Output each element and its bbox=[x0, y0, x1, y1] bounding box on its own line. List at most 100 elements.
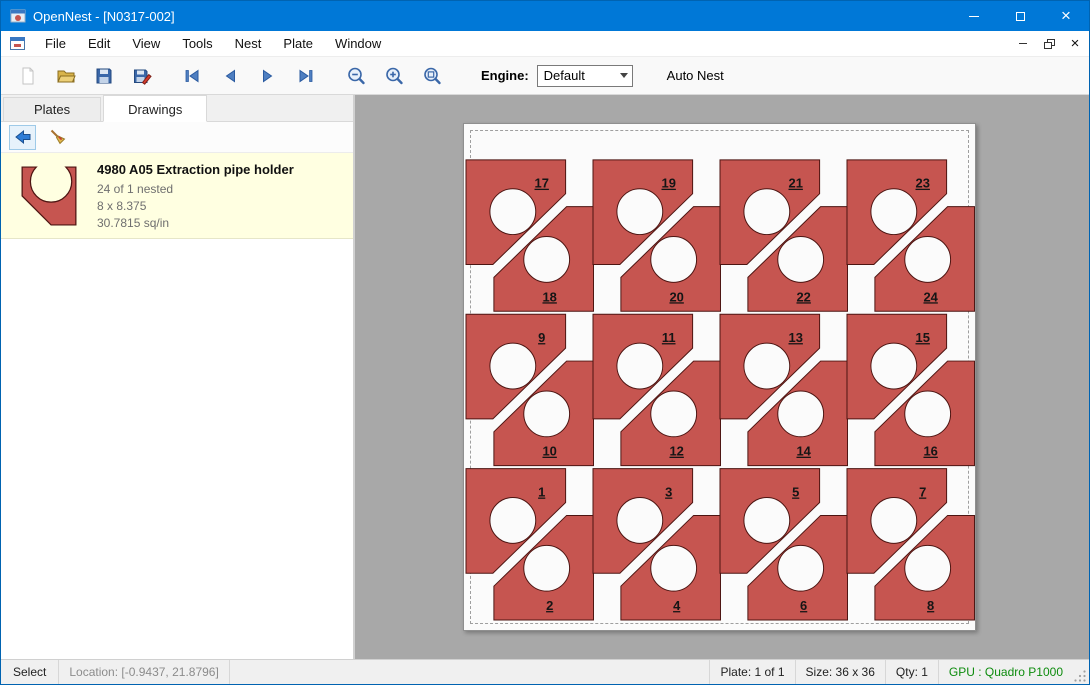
main-toolbar: Engine: Default Auto Nest bbox=[1, 57, 1089, 95]
nest-pair[interactable]: 23 24 bbox=[847, 160, 974, 311]
part-number: 3 bbox=[665, 485, 672, 500]
open-folder-icon bbox=[56, 66, 76, 86]
part-hole bbox=[905, 237, 951, 283]
zoom-fit-button[interactable] bbox=[417, 61, 447, 91]
part-hole bbox=[871, 343, 917, 389]
zoom-in-button[interactable] bbox=[379, 61, 409, 91]
clean-button[interactable] bbox=[44, 125, 71, 150]
zoom-out-icon bbox=[346, 66, 366, 86]
part-number: 19 bbox=[662, 176, 676, 191]
save-as-button[interactable] bbox=[127, 61, 157, 91]
chevron-down-icon bbox=[616, 73, 632, 78]
titlebar: OpenNest - [N0317-002] bbox=[1, 1, 1089, 31]
drawing-title: 4980 A05 Extraction pipe holder bbox=[97, 162, 353, 177]
auto-nest-button[interactable]: Auto Nest bbox=[659, 64, 732, 87]
nest-pair[interactable]: 910 bbox=[466, 314, 593, 465]
nav-prev-icon bbox=[220, 66, 240, 86]
part-hole bbox=[524, 545, 570, 591]
part-number: 15 bbox=[916, 330, 930, 345]
zoom-fit-icon bbox=[422, 66, 442, 86]
menubar: File Edit View Tools Nest Plate Window bbox=[1, 31, 1089, 57]
save-icon bbox=[94, 66, 114, 86]
part-hole bbox=[617, 498, 663, 544]
nest-pair[interactable]: 56 bbox=[720, 469, 847, 620]
part-number: 8 bbox=[927, 598, 934, 613]
part-hole bbox=[744, 343, 790, 389]
maximize-button[interactable] bbox=[997, 1, 1043, 31]
part-number: 24 bbox=[923, 289, 938, 304]
nest-pair[interactable]: 34 bbox=[593, 469, 720, 620]
mdi-close-button[interactable] bbox=[1063, 34, 1087, 54]
part-number: 6 bbox=[800, 598, 807, 613]
nest-pair[interactable]: 2122 bbox=[720, 160, 847, 311]
save-as-icon bbox=[132, 66, 152, 86]
part-number: 20 bbox=[669, 289, 683, 304]
menu-nest[interactable]: Nest bbox=[224, 31, 273, 57]
mdi-minimize-button[interactable] bbox=[1011, 34, 1035, 54]
save-button[interactable] bbox=[89, 61, 119, 91]
part-number: 10 bbox=[542, 444, 556, 459]
close-icon bbox=[1061, 7, 1071, 26]
import-arrow-icon bbox=[14, 128, 32, 146]
menu-window[interactable]: Window bbox=[324, 31, 392, 57]
part-hole bbox=[651, 237, 697, 283]
maximize-icon bbox=[1016, 12, 1025, 21]
minimize-button[interactable] bbox=[951, 1, 997, 31]
part-number: 21 bbox=[789, 176, 803, 191]
part-hole bbox=[490, 343, 536, 389]
menu-tools[interactable]: Tools bbox=[171, 31, 223, 57]
nest-pair[interactable]: 1718 bbox=[466, 160, 593, 311]
resize-grip[interactable] bbox=[1073, 660, 1089, 685]
nest-pair[interactable]: 12 bbox=[466, 469, 593, 620]
part-hole bbox=[778, 391, 824, 437]
drawing-nested-count: 24 of 1 nested bbox=[97, 181, 353, 198]
part-hole bbox=[778, 237, 824, 283]
drawing-size: 8 x 8.375 bbox=[97, 198, 353, 215]
menu-file[interactable]: File bbox=[34, 31, 77, 57]
part-hole bbox=[778, 545, 824, 591]
drawing-list-item[interactable]: 4980 A05 Extraction pipe holder 24 of 1 … bbox=[1, 153, 353, 239]
part-hole bbox=[871, 189, 917, 235]
drawing-area: 30.7815 sq/in bbox=[97, 215, 353, 232]
part-hole bbox=[905, 545, 951, 591]
nav-next-button[interactable] bbox=[253, 61, 283, 91]
nest-pair[interactable]: 1920 bbox=[593, 160, 720, 311]
plate[interactable]: 171819202122232491011121314151612345678 bbox=[463, 123, 976, 631]
nest-pair[interactable]: 1314 bbox=[720, 314, 847, 465]
new-button[interactable] bbox=[13, 61, 43, 91]
mdi-restore-button[interactable] bbox=[1037, 34, 1061, 54]
part-hole bbox=[871, 498, 917, 544]
part-number: 5 bbox=[792, 485, 799, 500]
engine-select[interactable]: Default bbox=[537, 65, 633, 87]
part-hole bbox=[744, 189, 790, 235]
part-number: 7 bbox=[919, 485, 926, 500]
window-title: OpenNest - [N0317-002] bbox=[33, 9, 951, 24]
nest-pair[interactable]: 1516 bbox=[847, 314, 974, 465]
part-number: 23 bbox=[916, 176, 930, 191]
nav-first-button[interactable] bbox=[177, 61, 207, 91]
close-button[interactable] bbox=[1043, 1, 1089, 31]
engine-label: Engine: bbox=[481, 68, 529, 83]
tab-plates[interactable]: Plates bbox=[3, 97, 101, 121]
drawings-toolbar bbox=[1, 122, 353, 153]
status-gpu: GPU : Quadro P1000 bbox=[938, 660, 1073, 684]
nest-pair[interactable]: 78 bbox=[847, 469, 974, 620]
part-hole bbox=[651, 391, 697, 437]
document-icon bbox=[10, 37, 25, 50]
menu-view[interactable]: View bbox=[121, 31, 171, 57]
plate-parts[interactable]: 171819202122232491011121314151612345678 bbox=[464, 124, 975, 630]
nav-last-button[interactable] bbox=[291, 61, 321, 91]
nest-canvas[interactable]: 171819202122232491011121314151612345678 bbox=[355, 95, 1089, 659]
zoom-out-button[interactable] bbox=[341, 61, 371, 91]
statusbar: Select Location: [-0.9437, 21.8796] Plat… bbox=[1, 659, 1089, 684]
send-to-plate-button[interactable] bbox=[9, 125, 36, 150]
drawing-list: 4980 A05 Extraction pipe holder 24 of 1 … bbox=[1, 153, 353, 659]
nav-prev-button[interactable] bbox=[215, 61, 245, 91]
menu-plate[interactable]: Plate bbox=[272, 31, 324, 57]
open-button[interactable] bbox=[51, 61, 81, 91]
nest-pair[interactable]: 1112 bbox=[593, 314, 720, 465]
part-number: 18 bbox=[542, 289, 556, 304]
status-mode: Select bbox=[1, 660, 59, 684]
menu-edit[interactable]: Edit bbox=[77, 31, 121, 57]
tab-drawings[interactable]: Drawings bbox=[103, 95, 207, 122]
